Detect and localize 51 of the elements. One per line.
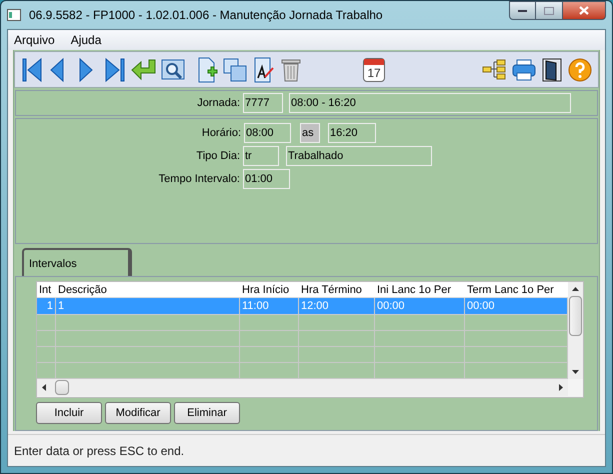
return-arrow-icon[interactable] bbox=[131, 58, 157, 82]
scroll-right-icon[interactable] bbox=[558, 383, 564, 392]
close-button[interactable] bbox=[562, 1, 606, 20]
scroll-left-icon[interactable] bbox=[41, 383, 47, 392]
field-label: Tipo Dia: bbox=[195, 148, 241, 164]
next-record-icon[interactable] bbox=[78, 56, 94, 84]
first-record-icon[interactable] bbox=[21, 56, 43, 84]
minimize-button[interactable] bbox=[509, 1, 536, 20]
field-label: Tempo Intervalo: bbox=[158, 172, 241, 187]
input-field[interactable]: 7777 bbox=[243, 93, 283, 113]
action-button[interactable]: Eliminar bbox=[174, 402, 240, 424]
action-button[interactable]: Incluir bbox=[36, 402, 102, 424]
door-exit-icon[interactable] bbox=[542, 58, 562, 82]
input-field[interactable]: 16:20 bbox=[328, 123, 376, 143]
window-title: 06.9.5582 - FP1000 - 1.02.01.006 - Manutenção Jornada Trabalho bbox=[29, 7, 383, 24]
edit-document-icon[interactable] bbox=[253, 56, 275, 82]
input-field[interactable]: 08:00 - 16:20 bbox=[289, 93, 571, 113]
app-icon bbox=[7, 9, 21, 21]
field-label: Jornada: bbox=[196, 96, 241, 111]
close-icon[interactable] bbox=[579, 6, 589, 15]
input-field[interactable]: 01:00 bbox=[243, 169, 290, 189]
input-field[interactable]: tr bbox=[243, 146, 279, 166]
calendar-icon[interactable]: 17 bbox=[363, 58, 385, 82]
action-button[interactable]: Modificar bbox=[105, 402, 171, 424]
menu-item[interactable]: Arquivo bbox=[14, 31, 55, 49]
last-record-icon[interactable] bbox=[104, 56, 126, 84]
new-document-icon[interactable] bbox=[197, 56, 219, 82]
column-header[interactable]: Hra Término bbox=[299, 282, 375, 297]
input-field[interactable]: Trabalhado bbox=[286, 146, 432, 166]
input-field[interactable]: 08:00 bbox=[244, 123, 291, 143]
menu-item[interactable]: Ajuda bbox=[70, 31, 102, 49]
scroll-thumb[interactable] bbox=[55, 380, 69, 395]
column-header[interactable]: Term Lanc 1o Per bbox=[465, 282, 568, 297]
column-header[interactable]: Hra Início bbox=[240, 282, 299, 297]
tab[interactable]: Intervalos bbox=[22, 248, 132, 276]
copy-icon[interactable] bbox=[223, 58, 247, 82]
horizontal-scrollbar[interactable] bbox=[37, 379, 568, 396]
vertical-scrollbar[interactable] bbox=[568, 282, 583, 379]
trash-icon[interactable] bbox=[281, 58, 301, 82]
tree-structure-icon[interactable] bbox=[482, 58, 506, 80]
separator-label: as bbox=[300, 123, 320, 143]
printer-icon[interactable] bbox=[512, 58, 536, 80]
help-icon[interactable] bbox=[568, 58, 592, 82]
previous-record-icon[interactable] bbox=[49, 56, 65, 84]
column-header[interactable]: Descrição bbox=[56, 282, 240, 297]
maximize-button[interactable] bbox=[536, 1, 562, 20]
field-label: Horário: bbox=[200, 126, 242, 141]
preview-icon[interactable] bbox=[161, 58, 185, 80]
column-header[interactable]: Int bbox=[37, 282, 56, 297]
scroll-thumb[interactable] bbox=[569, 296, 582, 336]
column-header[interactable]: Ini Lanc 1o Per bbox=[375, 282, 465, 297]
